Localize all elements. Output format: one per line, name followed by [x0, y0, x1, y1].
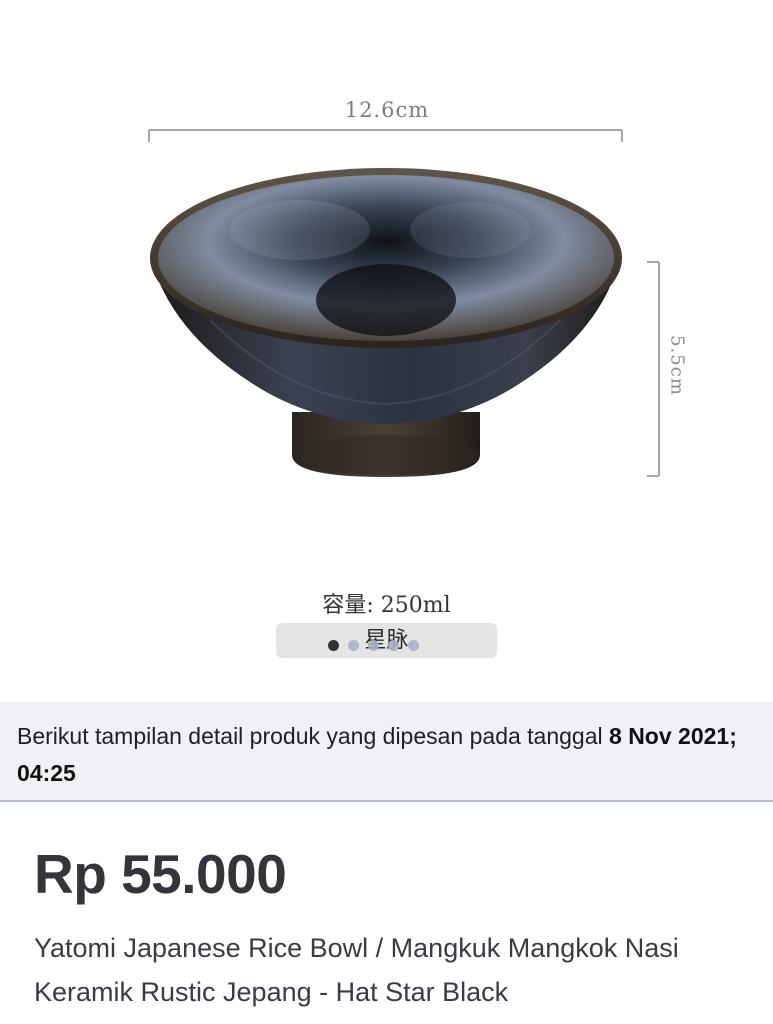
width-dimension-line — [148, 129, 623, 142]
carousel-dot[interactable] — [348, 640, 359, 651]
order-info-banner: Berikut tampilan detail produk yang dipe… — [0, 702, 773, 802]
product-name: Yatomi Japanese Rice Bowl / Mangkuk Mang… — [34, 933, 679, 1007]
product-image[interactable]: 12.6cm 5.5cm 容量: 250ml 星脉 — [0, 0, 773, 702]
carousel-dot-active[interactable] — [328, 640, 339, 651]
product-price: Rp 55.000 — [34, 843, 287, 905]
capacity-label: 容量: 250ml — [322, 593, 451, 618]
height-dimension-line — [647, 261, 660, 477]
carousel-dot[interactable] — [388, 640, 399, 651]
order-info-prefix: Berikut tampilan detail produk yang dipe… — [17, 723, 610, 749]
carousel-dot[interactable] — [408, 640, 419, 651]
carousel-dot[interactable] — [368, 640, 379, 651]
order-info-text: Berikut tampilan detail produk yang dipe… — [17, 718, 755, 792]
product-detail-page: 12.6cm 5.5cm 容量: 250ml 星脉 Berikut tampil… — [0, 0, 773, 1024]
carousel-dots — [328, 640, 419, 651]
width-dimension-label: 12.6cm — [344, 98, 430, 122]
height-dimension-label: 5.5cm — [666, 335, 688, 396]
